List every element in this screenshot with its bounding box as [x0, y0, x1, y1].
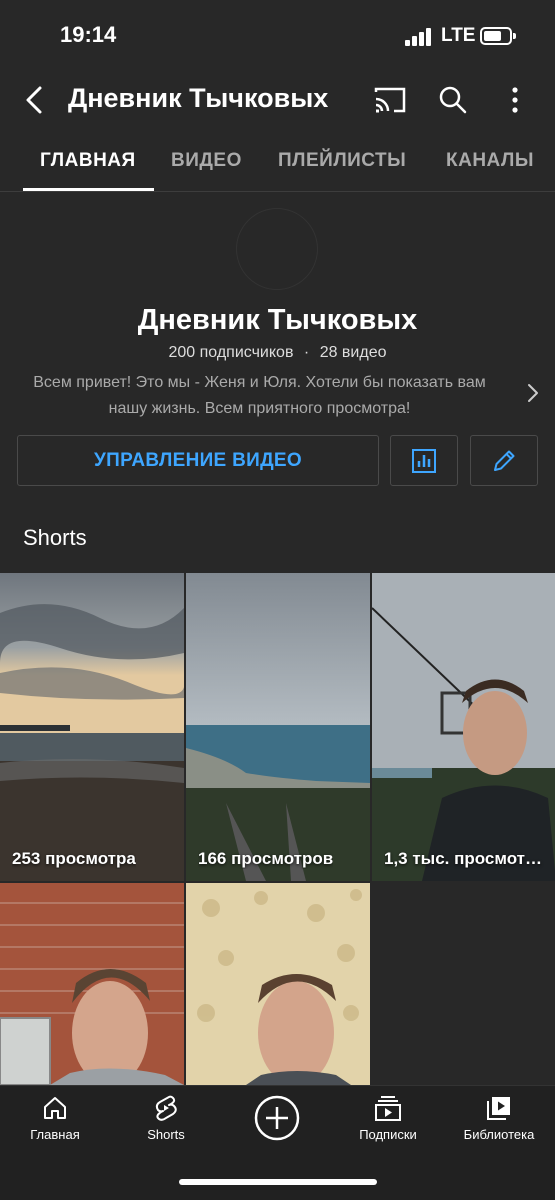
- home-indicator: [179, 1179, 377, 1185]
- app-bar: Дневник Тычковых: [0, 70, 555, 130]
- short-thumbnail[interactable]: [186, 883, 370, 1085]
- subscriber-count: 200 подписчиков: [168, 344, 294, 361]
- tab-channels[interactable]: КАНАЛЫ: [446, 150, 534, 172]
- nav-shorts[interactable]: Shorts: [116, 1094, 216, 1142]
- nav-label: Подписки: [359, 1127, 417, 1142]
- manage-videos-button[interactable]: УПРАВЛЕНИЕ ВИДЕО: [17, 435, 379, 486]
- video-count: 28 видео: [319, 344, 387, 361]
- signal-icon: [405, 28, 435, 46]
- short-views: 253 просмотра: [12, 849, 136, 868]
- channel-name: Дневник Тычковых: [137, 304, 418, 336]
- tab-videos[interactable]: ВИДЕО: [171, 150, 242, 172]
- short-thumbnail[interactable]: 253 просмотра: [0, 573, 184, 881]
- nav-library[interactable]: Библиотека: [449, 1094, 549, 1142]
- nav-home[interactable]: Главная: [5, 1094, 105, 1142]
- tab-home[interactable]: ГЛАВНАЯ: [40, 150, 136, 172]
- channel-description[interactable]: Всем привет! Это мы - Женя и Юля. Хотели…: [18, 370, 501, 422]
- nav-label: Shorts: [147, 1127, 185, 1142]
- search-icon[interactable]: [432, 80, 472, 120]
- stats-separator: ·: [303, 344, 310, 361]
- short-thumbnail[interactable]: 1,3 тыс. просмотров: [372, 573, 555, 881]
- analytics-button[interactable]: [390, 435, 458, 486]
- short-views: 166 просмотров: [198, 849, 334, 868]
- add-circle-icon: [254, 1095, 300, 1141]
- nav-label: Главная: [30, 1127, 80, 1142]
- analytics-icon: [412, 448, 436, 473]
- active-tab-indicator: [23, 188, 154, 191]
- status-time: 19:14: [60, 22, 117, 47]
- status-bar: 19:14 LTE: [0, 0, 555, 70]
- shorts-icon: [155, 1095, 177, 1121]
- shorts-grid: 253 просмотра 166 просмотров 1,3 тыс. пр…: [0, 573, 555, 1085]
- shorts-heading: Shorts: [23, 525, 87, 550]
- short-thumbnail[interactable]: [0, 883, 184, 1085]
- back-icon[interactable]: [14, 80, 54, 120]
- edit-channel-button[interactable]: [470, 435, 538, 486]
- channel-tabs: ГЛАВНАЯ ВИДЕО ПЛЕЙЛИСТЫ КАНАЛЫ: [0, 130, 555, 192]
- channel-stats: 200 подписчиков · 28 видео: [0, 344, 555, 362]
- nav-label: Библиотека: [463, 1127, 535, 1142]
- cast-icon[interactable]: [370, 80, 410, 120]
- library-icon: [487, 1097, 510, 1120]
- more-vert-icon[interactable]: [495, 80, 535, 120]
- battery-icon: [480, 27, 516, 45]
- nav-create[interactable]: [227, 1094, 327, 1142]
- chevron-right-icon[interactable]: [520, 380, 544, 406]
- edit-pencil-icon: [494, 450, 515, 471]
- network-type: LTE: [441, 25, 476, 46]
- channel-avatar[interactable]: [236, 208, 318, 290]
- tab-playlists[interactable]: ПЛЕЙЛИСТЫ: [278, 150, 406, 172]
- subscriptions-icon: [375, 1096, 401, 1121]
- short-thumbnail[interactable]: 166 просмотров: [186, 573, 370, 881]
- home-icon: [44, 1097, 66, 1119]
- short-views: 1,3 тыс. просмотров: [384, 849, 552, 868]
- nav-subscriptions[interactable]: Подписки: [338, 1094, 438, 1142]
- app-title: Дневник Тычковых: [68, 83, 329, 113]
